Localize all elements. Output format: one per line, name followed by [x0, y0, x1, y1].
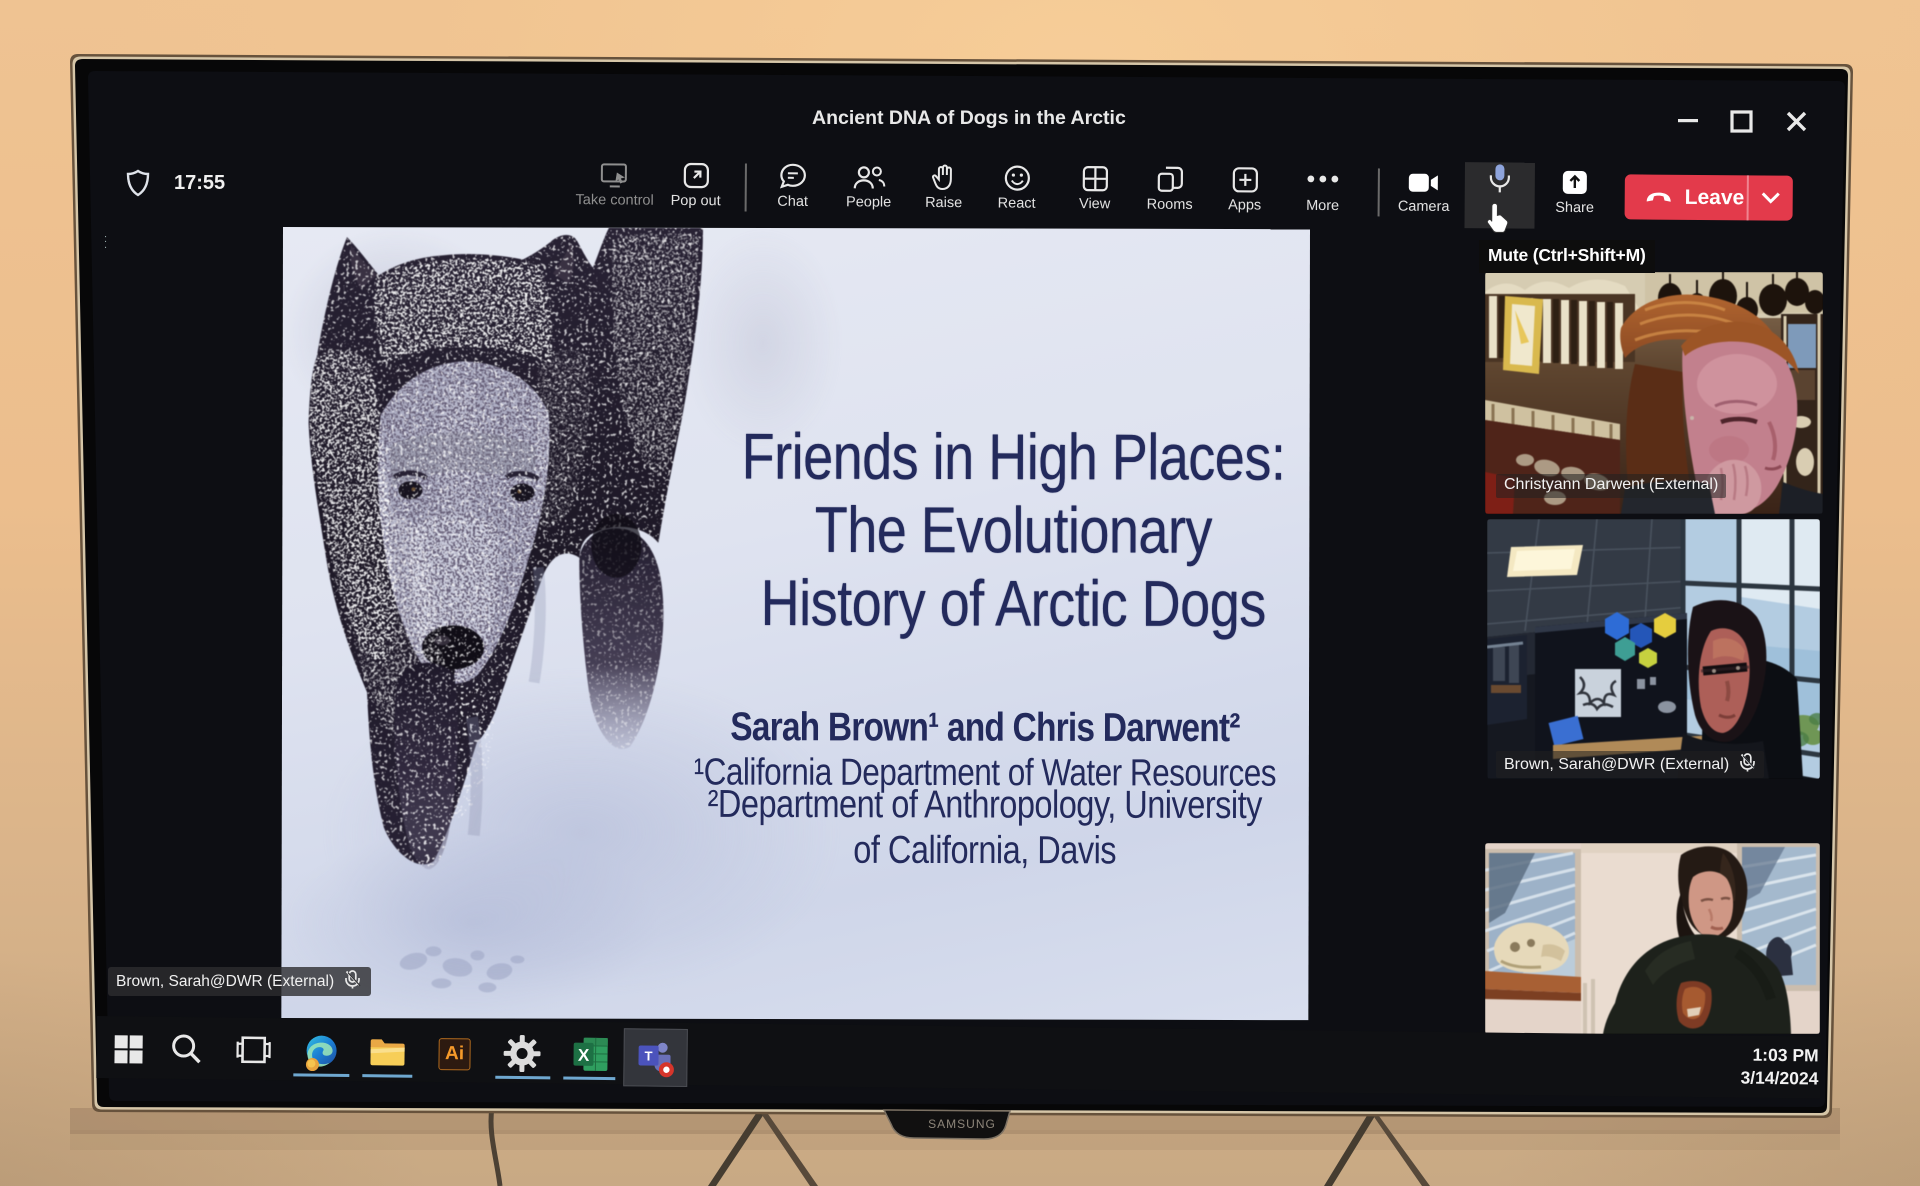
svg-text:X: X [578, 1046, 590, 1065]
svg-text:T: T [644, 1049, 652, 1064]
svg-text:SAMSUNG: SAMSUNG [928, 1117, 996, 1131]
